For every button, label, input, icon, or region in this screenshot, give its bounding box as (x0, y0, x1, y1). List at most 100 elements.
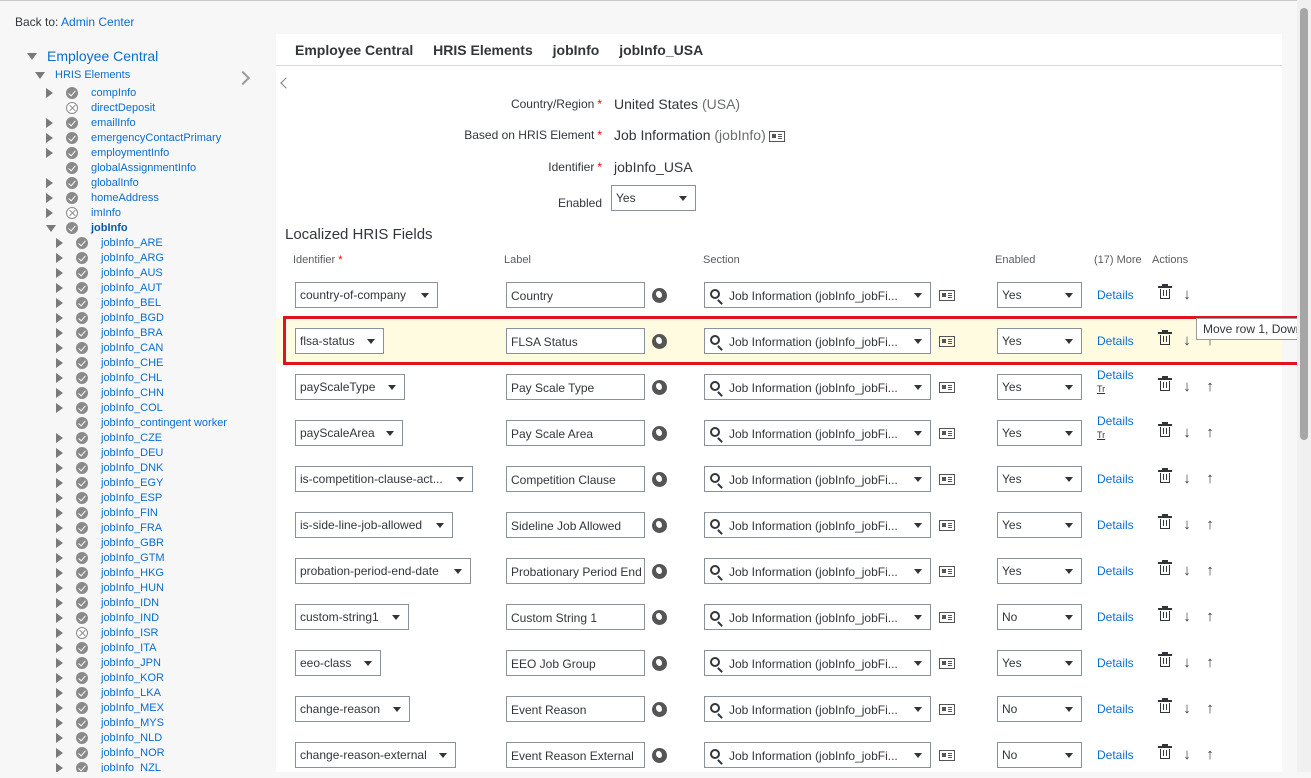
caret-right-icon[interactable] (56, 748, 63, 758)
caret-right-icon[interactable] (56, 508, 63, 518)
identifier-select[interactable]: country-of-company (295, 282, 438, 308)
trash-icon[interactable] (1158, 284, 1172, 299)
enabled-select[interactable]: No (997, 696, 1082, 722)
section-select[interactable]: Job Information (jobInfo_jobFi... (704, 420, 931, 446)
caret-right-icon[interactable] (56, 298, 63, 308)
col-more[interactable]: (17) More (1094, 254, 1142, 266)
globe-icon[interactable] (652, 472, 667, 487)
trash-icon[interactable] (1158, 422, 1172, 437)
caret-right-icon[interactable] (56, 478, 63, 488)
section-select[interactable]: Job Information (jobInfo_jobFi... (704, 650, 931, 676)
identifier-select[interactable]: change-reason (295, 696, 410, 722)
caret-right-icon[interactable] (56, 613, 63, 623)
caret-right-icon[interactable] (46, 193, 53, 203)
caret-right-icon[interactable] (46, 133, 53, 143)
scrollbar-thumb[interactable] (1300, 8, 1308, 440)
caret-right-icon[interactable] (56, 268, 63, 278)
caret-right-icon[interactable] (56, 253, 63, 263)
section-details-icon[interactable] (939, 704, 955, 715)
caret-right-icon[interactable] (56, 463, 63, 473)
translation-link[interactable]: Tr (1097, 384, 1105, 394)
enabled-select[interactable]: Yes (997, 282, 1082, 308)
element-details-icon[interactable] (768, 130, 785, 142)
move-down-arrow-icon[interactable]: ↓ (1181, 287, 1193, 302)
section-select[interactable]: Job Information (jobInfo_jobFi... (704, 282, 931, 308)
trash-icon[interactable] (1158, 468, 1172, 483)
caret-right-icon[interactable] (56, 313, 63, 323)
section-details-icon[interactable] (939, 428, 955, 439)
caret-right-icon[interactable] (56, 238, 63, 248)
caret-right-icon[interactable] (56, 673, 63, 683)
label-input[interactable]: Pay Scale Area (506, 420, 645, 446)
caret-right-icon[interactable] (56, 598, 63, 608)
move-up-arrow-icon[interactable]: ↑ (1204, 471, 1216, 486)
section-select[interactable]: Job Information (jobInfo_jobFi... (704, 742, 931, 768)
enabled-select[interactable]: Yes (997, 328, 1082, 354)
identifier-select[interactable]: custom-string1 (295, 604, 409, 630)
move-up-arrow-icon[interactable]: ↑ (1204, 379, 1216, 394)
caret-right-icon[interactable] (46, 88, 53, 98)
section-details-icon[interactable] (939, 290, 955, 301)
section-select[interactable]: Job Information (jobInfo_jobFi... (704, 696, 931, 722)
globe-icon[interactable] (652, 564, 667, 579)
caret-right-icon[interactable] (56, 628, 63, 638)
details-link[interactable]: Details (1097, 368, 1134, 382)
trash-icon[interactable] (1158, 560, 1172, 575)
section-select[interactable]: Job Information (jobInfo_jobFi... (704, 512, 931, 538)
move-up-arrow-icon[interactable]: ↑ (1204, 425, 1216, 440)
identifier-select[interactable]: is-side-line-job-allowed (295, 512, 453, 538)
label-input[interactable]: EEO Job Group (506, 650, 645, 676)
section-details-icon[interactable] (939, 566, 955, 577)
translation-link[interactable]: Tr (1097, 430, 1105, 440)
enabled-select[interactable]: Yes (997, 466, 1082, 492)
label-input[interactable]: Country (506, 282, 645, 308)
section-select[interactable]: Job Information (jobInfo_jobFi... (704, 558, 931, 584)
breadcrumb-item[interactable]: Employee Central (295, 42, 413, 58)
section-select[interactable]: Job Information (jobInfo_jobFi... (704, 604, 931, 630)
caret-right-icon[interactable] (56, 343, 63, 353)
globe-icon[interactable] (652, 380, 667, 395)
label-input[interactable]: Event Reason External (506, 742, 645, 768)
caret-down-icon[interactable] (27, 53, 37, 60)
section-details-icon[interactable] (939, 658, 955, 669)
details-link[interactable]: Details (1097, 564, 1134, 578)
move-up-arrow-icon[interactable]: ↑ (1204, 563, 1216, 578)
label-input[interactable]: Pay Scale Type (506, 374, 645, 400)
move-up-arrow-icon[interactable]: ↑ (1204, 701, 1216, 716)
vertical-scrollbar[interactable] (1297, 0, 1311, 772)
caret-right-icon[interactable] (56, 733, 63, 743)
breadcrumb-item[interactable]: jobInfo (553, 42, 600, 58)
trash-icon[interactable] (1158, 606, 1172, 621)
caret-right-icon[interactable] (46, 178, 53, 188)
label-input[interactable]: Sideline Job Allowed (506, 512, 645, 538)
identifier-select[interactable]: payScaleArea (295, 420, 403, 446)
section-details-icon[interactable] (939, 336, 955, 347)
trash-icon[interactable] (1158, 514, 1172, 529)
section-details-icon[interactable] (939, 750, 955, 761)
caret-right-icon[interactable] (56, 523, 63, 533)
caret-right-icon[interactable] (56, 373, 63, 383)
move-down-arrow-icon[interactable]: ↓ (1181, 609, 1193, 624)
enabled-select[interactable]: Yes (997, 512, 1082, 538)
globe-icon[interactable] (652, 426, 667, 441)
trash-icon[interactable] (1158, 330, 1172, 345)
details-link[interactable]: Details (1097, 334, 1134, 348)
move-down-arrow-icon[interactable]: ↓ (1181, 517, 1193, 532)
caret-right-icon[interactable] (56, 433, 63, 443)
trash-icon[interactable] (1158, 698, 1172, 713)
caret-right-icon[interactable] (56, 703, 63, 713)
section-details-icon[interactable] (939, 382, 955, 393)
identifier-select[interactable]: payScaleType (295, 374, 405, 400)
details-link[interactable]: Details (1097, 656, 1134, 670)
caret-down-icon[interactable] (46, 225, 56, 232)
globe-icon[interactable] (652, 656, 667, 671)
caret-right-icon[interactable] (56, 553, 63, 563)
details-link[interactable]: Details (1097, 610, 1134, 624)
globe-icon[interactable] (652, 334, 667, 349)
caret-right-icon[interactable] (46, 208, 53, 218)
move-down-arrow-icon[interactable]: ↓ (1181, 425, 1193, 440)
move-up-arrow-icon[interactable]: ↑ (1204, 747, 1216, 762)
trash-icon[interactable] (1158, 376, 1172, 391)
details-link[interactable]: Details (1097, 472, 1134, 486)
section-select[interactable]: Job Information (jobInfo_jobFi... (704, 328, 931, 354)
